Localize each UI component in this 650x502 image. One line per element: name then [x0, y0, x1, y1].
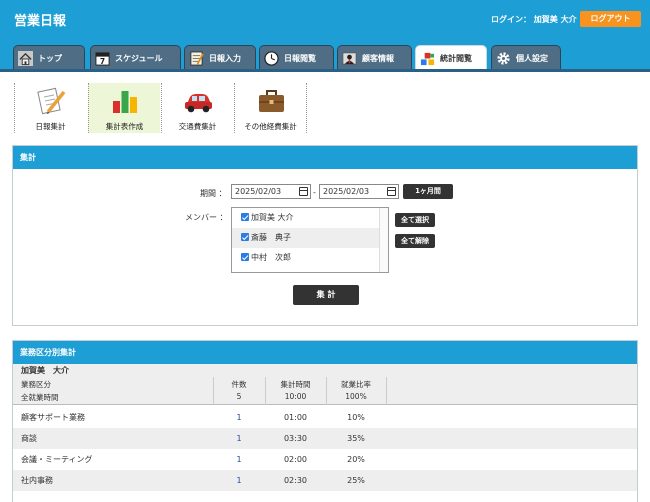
- customer-icon: [342, 52, 357, 64]
- member-name: 中村 次郎: [251, 253, 291, 262]
- row-time: 01:00: [283, 413, 308, 422]
- tab-label: 日報閲覧: [284, 53, 316, 63]
- row-category: 会議・ミーティング: [21, 455, 93, 464]
- tab-schedule[interactable]: 7 スケジュール: [90, 45, 181, 70]
- tab-label: 日報入力: [209, 53, 241, 63]
- member-option[interactable]: 斎藤 典子: [232, 228, 388, 248]
- aggregate-submit-button[interactable]: 集 計: [293, 285, 359, 305]
- login-user-label: ログイン： 加賀美 大介: [491, 15, 577, 24]
- row-category: 顧客サポート業務: [21, 413, 85, 422]
- tab-divider: [0, 69, 650, 72]
- row-ratio: 10%: [347, 413, 365, 422]
- row-time: 03:30: [283, 434, 308, 443]
- aggregate-panel: 集計 期間 ： 2025/02/03 - 2025/02/03 1ヶ月間 メンバ…: [12, 145, 638, 326]
- tab-report-entry[interactable]: 日報入力: [184, 45, 256, 70]
- notepad-icon: [190, 50, 204, 66]
- row-category: 社内事務: [21, 476, 53, 485]
- house-icon: [18, 50, 33, 66]
- subnav-label: 交通費集計: [178, 122, 217, 131]
- table-row: 顧客サポート業務 1 01:00 10%: [13, 407, 637, 428]
- total-ratio: 100%: [345, 392, 367, 401]
- subnav-label: 日報集計: [35, 122, 66, 131]
- table-row: 社内事務 1 02:30 25%: [13, 470, 637, 491]
- checkbox-checked-icon[interactable]: [241, 213, 249, 221]
- bar-chart-icon: [112, 91, 137, 113]
- calendar-icon: 7: [95, 51, 110, 66]
- subnav-create-summary-table[interactable]: 集計表作成: [88, 83, 160, 133]
- tab-label: スケジュール: [115, 53, 163, 63]
- tab-label: 顧客情報: [362, 53, 394, 63]
- briefcase-icon: [258, 90, 284, 112]
- row-ratio: 25%: [347, 476, 365, 485]
- tab-label: トップ: [38, 53, 62, 63]
- member-name: 斎藤 典子: [251, 233, 291, 242]
- date-to-input[interactable]: 2025/02/03: [319, 184, 399, 199]
- tab-label: 個人設定: [516, 53, 548, 63]
- header-time: 集計時間: [280, 380, 311, 389]
- checkbox-checked-icon[interactable]: [241, 253, 249, 261]
- member-option[interactable]: 中村 次郎: [232, 248, 388, 268]
- row-ratio: 20%: [347, 455, 365, 464]
- tab-statistics[interactable]: 統計閲覧: [415, 45, 487, 70]
- row-count-link[interactable]: 1: [213, 470, 265, 491]
- subnav-label: その他経費集計: [244, 122, 297, 131]
- header-count: 件数: [231, 380, 247, 389]
- table-row: 商談 1 03:30 35%: [13, 428, 637, 449]
- row-time: 02:00: [283, 455, 308, 464]
- blocks-icon: [420, 52, 435, 65]
- one-month-button[interactable]: 1ヶ月間: [403, 184, 453, 199]
- date-from-value: 2025/02/03: [235, 187, 282, 196]
- car-icon: [184, 94, 212, 113]
- summary-table-header: 業務区分 件数 集計時間 就業比率 全就業時間 5 10:00 100%: [13, 377, 637, 405]
- date-from-input[interactable]: 2025/02/03: [231, 184, 311, 199]
- total-label: 全就業時間: [21, 393, 59, 402]
- tab-label: 統計閲覧: [440, 53, 472, 63]
- category-summary-panel: 業務区分別集計 加賀美 大介 業務区分 件数 集計時間 就業比率 全就業時間 5…: [12, 340, 638, 502]
- date-to-value: 2025/02/03: [323, 187, 370, 196]
- member-list-scrollbar[interactable]: [379, 208, 388, 272]
- total-count: 5: [236, 392, 242, 401]
- subnav-label: 集計表作成: [105, 122, 144, 131]
- member-name: 加賀美 大介: [251, 213, 294, 222]
- total-time: 10:00: [284, 392, 307, 401]
- svg-text:7: 7: [100, 57, 105, 66]
- member-option[interactable]: 加賀美 大介: [232, 208, 388, 228]
- members-label: メンバー ：: [185, 213, 228, 222]
- date-separator: -: [313, 188, 316, 197]
- subnav-other-expense-summary[interactable]: その他経費集計: [234, 83, 306, 133]
- panel-title: 集計: [13, 146, 637, 169]
- tab-personal-settings[interactable]: 個人設定: [491, 45, 561, 70]
- clock-icon: [264, 50, 279, 66]
- row-ratio: 35%: [347, 434, 365, 443]
- person-name: 加賀美 大介: [13, 364, 637, 377]
- table-row: 会議・ミーティング 1 02:00 20%: [13, 449, 637, 470]
- subnav-divider: [306, 83, 307, 133]
- checkbox-checked-icon[interactable]: [241, 233, 249, 241]
- member-listbox[interactable]: 加賀美 大介 斎藤 典子 中村 次郎: [231, 207, 389, 273]
- gear-icon: [497, 51, 510, 65]
- header-ratio: 就業比率: [341, 380, 371, 389]
- panel-title: 業務区分別集計: [13, 341, 637, 364]
- subnav-daily-report-summary[interactable]: 日報集計: [14, 83, 86, 133]
- calendar-icon[interactable]: [299, 187, 308, 196]
- row-category: 商談: [21, 434, 37, 443]
- app-title: 営業日報: [14, 14, 67, 29]
- row-count-link[interactable]: 1: [213, 407, 265, 428]
- report-pencil-icon: [36, 87, 65, 115]
- tab-top[interactable]: トップ: [13, 45, 85, 70]
- row-time: 02:30: [283, 476, 308, 485]
- header-category: 業務区分: [21, 380, 51, 389]
- logout-button[interactable]: ログアウト: [580, 11, 641, 27]
- tab-customer-info[interactable]: 顧客情報: [337, 45, 412, 70]
- period-label: 期間 ：: [200, 189, 227, 198]
- deselect-all-button[interactable]: 全て解除: [395, 234, 435, 248]
- calendar-icon[interactable]: [387, 187, 396, 196]
- column-divider: [386, 377, 387, 405]
- row-count-link[interactable]: 1: [213, 428, 265, 449]
- tab-report-view[interactable]: 日報閲覧: [259, 45, 334, 70]
- select-all-button[interactable]: 全て選択: [395, 213, 435, 227]
- subnav-transport-expense-summary[interactable]: 交通費集計: [161, 83, 233, 133]
- row-count-link[interactable]: 1: [213, 449, 265, 470]
